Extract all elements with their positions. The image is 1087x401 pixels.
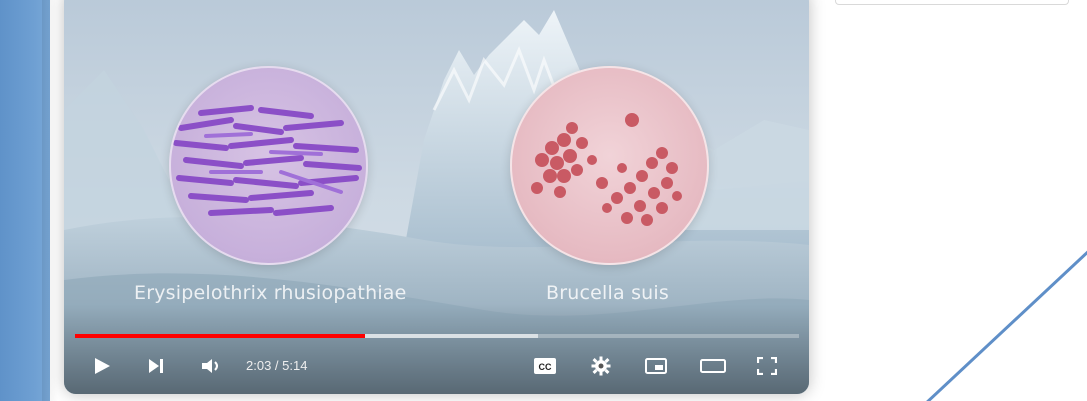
caption-right-label: Brucella suis xyxy=(546,282,669,304)
bacteria-circle-brucella xyxy=(510,66,709,265)
fullscreen-button[interactable] xyxy=(752,348,782,384)
play-button[interactable] xyxy=(88,348,116,384)
theater-icon xyxy=(700,359,726,373)
play-icon xyxy=(95,358,110,374)
miniplayer-icon xyxy=(645,358,667,374)
player-controls: 2:03 / 5:14 CC xyxy=(64,348,809,388)
captions-button[interactable]: CC xyxy=(530,348,560,384)
time-display: 2:03 / 5:14 xyxy=(246,358,308,373)
settings-button[interactable] xyxy=(586,348,616,384)
progress-bar[interactable] xyxy=(75,334,799,338)
bacteria-circle-erysipelothrix xyxy=(169,66,368,265)
svg-text:CC: CC xyxy=(539,362,552,372)
video-player[interactable]: Erysipelothrix rhusiopathiae Brucella su… xyxy=(64,0,809,394)
volume-button[interactable] xyxy=(196,348,226,384)
next-icon xyxy=(149,359,163,373)
caption-left-label: Erysipelothrix rhusiopathiae xyxy=(134,282,407,304)
gear-icon xyxy=(591,356,611,376)
captions-icon: CC xyxy=(534,358,556,374)
fullscreen-icon xyxy=(757,357,777,375)
theater-button[interactable] xyxy=(696,348,730,384)
miniplayer-button[interactable] xyxy=(641,348,671,384)
next-button[interactable] xyxy=(142,348,170,384)
volume-icon xyxy=(202,359,218,373)
progress-played xyxy=(75,334,365,338)
rod-bacteria-illustration xyxy=(173,105,362,216)
cocci-bacteria-illustration xyxy=(531,113,682,226)
